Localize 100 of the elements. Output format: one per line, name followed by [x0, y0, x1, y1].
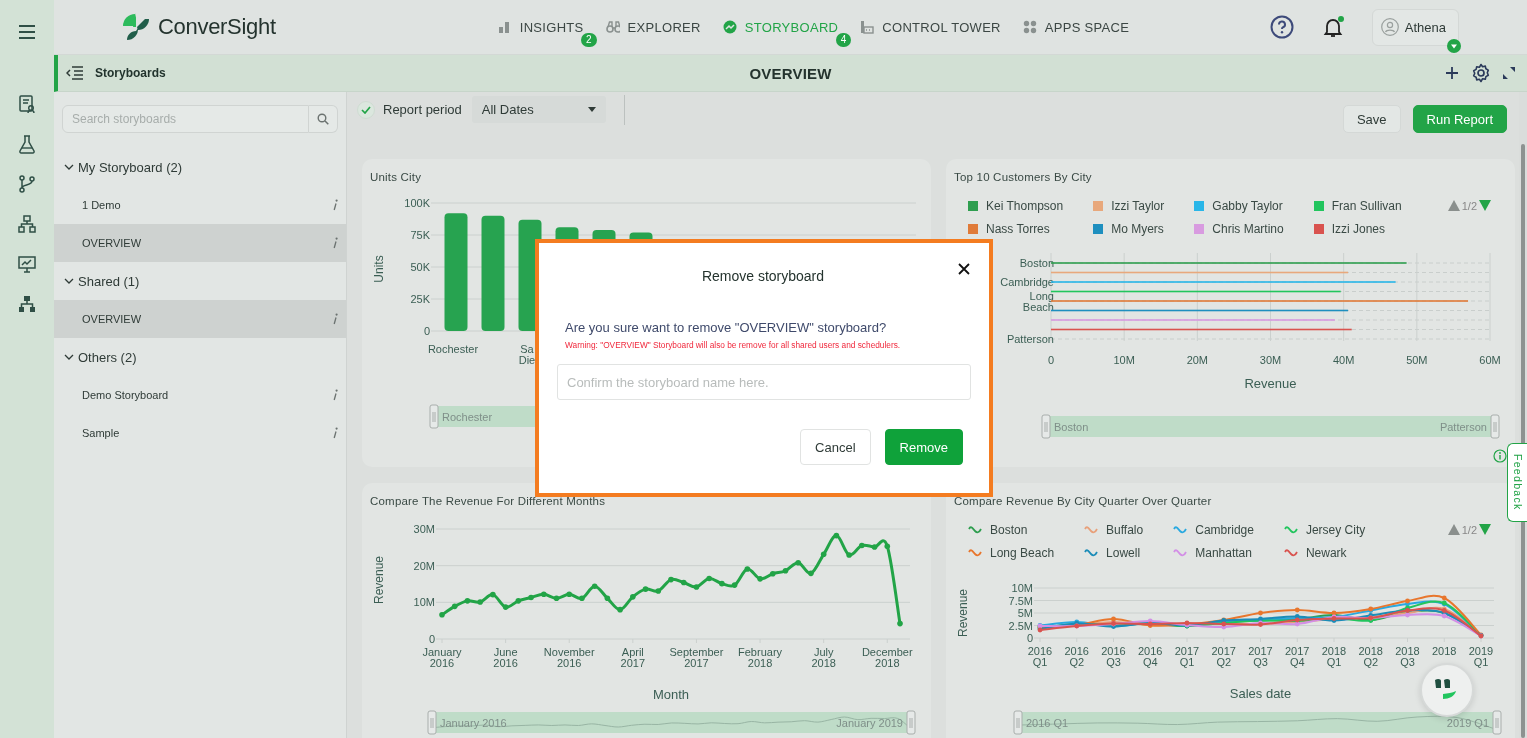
- arrow-down-icon[interactable]: [1479, 200, 1491, 211]
- range-handle[interactable]: [1492, 710, 1502, 735]
- tree-item[interactable]: Sample: [54, 414, 346, 452]
- info-icon[interactable]: [1493, 449, 1507, 463]
- plus-icon[interactable]: [1445, 66, 1459, 80]
- legend-item[interactable]: Cambridge: [1173, 521, 1254, 538]
- range-label: Boston: [1054, 421, 1089, 433]
- axis-label: 60M: [1479, 354, 1501, 366]
- legend-item[interactable]: Izzi Taylor: [1093, 197, 1165, 214]
- axis-label: 20M: [413, 559, 435, 572]
- nav-tab[interactable]: EXPLORER: [605, 15, 701, 39]
- count-badge: 4: [835, 32, 852, 47]
- legend-item[interactable]: Long Beach: [968, 544, 1055, 561]
- axis-label: 0: [428, 633, 435, 645]
- info-icon[interactable]: [332, 313, 338, 325]
- legend-item[interactable]: Chris Martino: [1194, 220, 1284, 237]
- range-label: January 2019: [836, 717, 903, 729]
- legend-item[interactable]: Mo Myers: [1093, 220, 1165, 237]
- info-icon[interactable]: [332, 237, 338, 249]
- axis-label: 20M: [1186, 354, 1209, 366]
- range-label: January 2016: [440, 717, 507, 729]
- legend-item[interactable]: Lowell: [1084, 544, 1144, 561]
- bar-chart-icon: [497, 20, 512, 34]
- axis-label: June 2016: [493, 646, 518, 669]
- search-button[interactable]: [309, 105, 338, 133]
- range-handle[interactable]: [1013, 710, 1023, 735]
- tree-group[interactable]: My Storyboard (2): [54, 148, 346, 186]
- range-handle[interactable]: [429, 404, 439, 429]
- arrow-up-icon[interactable]: [1447, 524, 1460, 535]
- legend-item[interactable]: Jersey City: [1283, 521, 1366, 538]
- tree-item[interactable]: OVERVIEW: [54, 224, 346, 262]
- info-icon[interactable]: [332, 199, 338, 211]
- help-icon[interactable]: [1269, 15, 1294, 39]
- legend-item[interactable]: Gabby Taylor: [1194, 197, 1284, 214]
- tree-item[interactable]: 1 Demo: [54, 186, 346, 224]
- menu-icon[interactable]: [18, 25, 36, 39]
- expand-icon[interactable]: [1503, 67, 1515, 79]
- axis-label: 75K: [410, 229, 430, 241]
- confirmation-text: Are you sure want to remove "OVERVIEW" storyboard?: [565, 320, 888, 335]
- tree-group[interactable]: Shared (1): [54, 262, 346, 300]
- sitemap-icon[interactable]: [17, 294, 37, 314]
- range-handle[interactable]: [427, 710, 437, 735]
- presentation-icon[interactable]: [17, 254, 37, 274]
- legend-item[interactable]: Izzi Jones: [1313, 220, 1402, 237]
- search-field[interactable]: Search storyboards: [62, 105, 309, 133]
- range-handle[interactable]: [1490, 414, 1500, 439]
- axis-label: September 2017: [669, 646, 724, 669]
- legend-item[interactable]: Kei Thompson: [968, 197, 1064, 214]
- tree-item[interactable]: OVERVIEW: [54, 300, 346, 338]
- bell-icon[interactable]: [1321, 16, 1344, 38]
- settings-icon[interactable]: [1471, 63, 1491, 83]
- range-label: Patterson: [1439, 421, 1487, 433]
- axis-label: 100K: [404, 197, 430, 209]
- axis-label: 30M: [413, 523, 435, 535]
- legend-item[interactable]: Fran Sullivan: [1313, 197, 1402, 214]
- nav-tab[interactable]: INSIGHTS: [497, 15, 584, 39]
- collapse-list-icon[interactable]: [66, 66, 84, 80]
- arrow-down-icon[interactable]: [1479, 524, 1491, 535]
- report-icon[interactable]: [17, 94, 37, 114]
- dialog-title: Remove storyboard: [701, 268, 825, 284]
- legend-item[interactable]: Nass Torres: [968, 220, 1064, 237]
- flask-icon[interactable]: [17, 134, 37, 154]
- branch-icon[interactable]: [17, 174, 37, 194]
- legend-item[interactable]: Buffalo: [1084, 521, 1144, 538]
- range-handle[interactable]: [906, 710, 916, 735]
- legend-item[interactable]: Manhattan: [1173, 544, 1254, 561]
- close-button[interactable]: [956, 261, 972, 277]
- save-button[interactable]: Save: [1342, 105, 1401, 133]
- legend-item[interactable]: Newark: [1283, 544, 1366, 561]
- input-field[interactable]: Confirm the storyboard name here.: [557, 364, 971, 400]
- cancel-button[interactable]: Cancel: [800, 429, 871, 465]
- legend-item[interactable]: Boston: [968, 521, 1055, 538]
- nav-tab[interactable]: CONTROL TOWER: [860, 15, 1001, 39]
- nav-tab[interactable]: APPS SPACE: [1022, 15, 1130, 39]
- chart-title: Top 10 Customers By City: [954, 171, 1092, 183]
- axis-label: 2019 Q1: [1468, 645, 1494, 668]
- tower-icon: [860, 20, 875, 34]
- arrow-up-icon[interactable]: [1447, 200, 1460, 211]
- page-indicator: 1/2: [1461, 523, 1477, 536]
- axis-label: 2016 Q4: [1138, 645, 1163, 668]
- range-handle[interactable]: [1041, 414, 1051, 439]
- info-icon[interactable]: [332, 427, 338, 439]
- axis-label: 40M: [1332, 354, 1355, 366]
- count-badge: 2: [581, 32, 597, 47]
- axis-label: Cambridge: [1000, 276, 1054, 288]
- sitemap-icon[interactable]: [17, 214, 37, 234]
- info-icon[interactable]: [332, 389, 338, 401]
- close-icon: [958, 263, 970, 275]
- tree-item[interactable]: Demo Storyboard: [54, 376, 346, 414]
- user-menu[interactable]: Athena: [1371, 8, 1459, 46]
- caret-icon[interactable]: [1447, 38, 1461, 53]
- checkbox[interactable]: [357, 100, 375, 119]
- axis-label: July 2018: [811, 646, 836, 669]
- chart-title: Compare Revenue By City Quarter Over Quarter: [954, 495, 1212, 507]
- axis-label: November 2016: [543, 646, 595, 669]
- date-range-dropdown[interactable]: All Dates: [471, 96, 606, 123]
- axis-label: 25K: [410, 293, 430, 305]
- page-indicator: 1/2: [1461, 199, 1477, 212]
- axis-label: 0: [423, 325, 430, 337]
- tree-group[interactable]: Others (2): [54, 338, 346, 376]
